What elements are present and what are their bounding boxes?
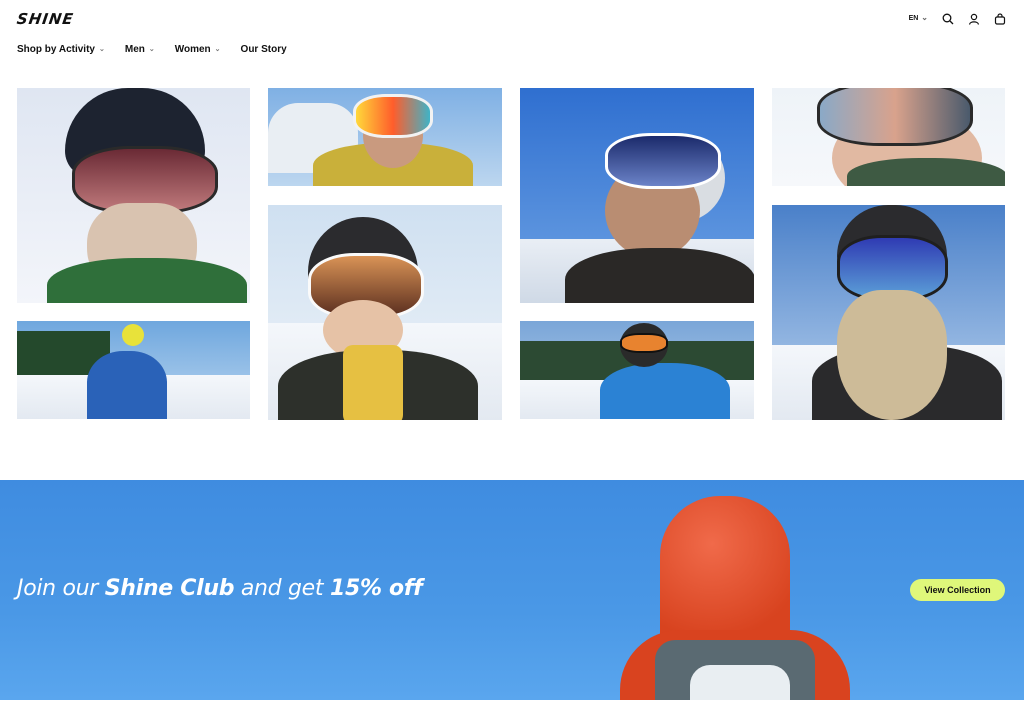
helmet-shape [122, 324, 144, 346]
site-header: SHINE EN ⌄ Shop by Activity ⌄ Men ⌄ Wome… [0, 0, 1024, 80]
nav-item-label: Women [174, 44, 211, 55]
fake-beard-shape [837, 290, 947, 420]
nav-item-label: Men [124, 44, 145, 55]
goggles-shape [620, 333, 668, 353]
promo-discount: 15% off [329, 576, 423, 601]
language-selector[interactable]: EN ⌄ [909, 14, 928, 22]
chevron-down-icon: ⌄ [98, 46, 105, 53]
user-icon[interactable] [968, 12, 980, 25]
nav-our-story[interactable]: Our Story [241, 44, 287, 55]
nav-item-label: Shop by Activity [17, 44, 95, 55]
chevron-down-icon: ⌄ [214, 46, 221, 53]
promo-text-prefix: Join our [17, 576, 105, 601]
photo-skier-helmet-snowy-beard[interactable] [17, 88, 250, 303]
photo-skier-blue-jacket-chairlift[interactable] [17, 321, 250, 419]
photo-skier-blue-jacket-orange-goggles[interactable] [520, 321, 754, 419]
header-utilities: EN ⌄ [909, 12, 1006, 25]
language-label: EN [908, 14, 919, 22]
promo-text-middle: and get [234, 576, 330, 601]
jacket-shape [87, 351, 167, 419]
search-icon[interactable] [942, 12, 954, 25]
photo-skier-laughing-white-goggles[interactable] [520, 88, 754, 303]
nav-shop-by-activity[interactable]: Shop by Activity ⌄ [17, 44, 105, 55]
snow-on-backpack-shape [690, 665, 790, 700]
nav-men[interactable]: Men ⌄ [125, 44, 155, 55]
view-collection-button[interactable]: View Collection [910, 579, 1005, 601]
chevron-down-icon: ⌄ [921, 13, 928, 22]
page-footer-edge [0, 700, 1024, 720]
goggles-shape [353, 94, 433, 138]
jacket-shape [565, 248, 754, 303]
photo-skier-mirrored-goggles-closeup[interactable] [772, 88, 1005, 186]
jacket-shape [47, 258, 247, 303]
photo-skier-blue-goggles-fake-beard[interactable] [772, 205, 1005, 420]
bag-icon[interactable] [994, 12, 1006, 25]
chevron-down-icon: ⌄ [148, 46, 155, 53]
jacket-shape [847, 158, 1005, 186]
shine-logo[interactable]: SHINE [16, 10, 75, 28]
nav-women[interactable]: Women ⌄ [175, 44, 221, 55]
promo-club-name: Shine Club [104, 576, 235, 601]
promo-headline: Join our Shine Club and get 15% off [17, 576, 423, 601]
photo-skier-mirrored-goggles-gondola[interactable] [268, 88, 502, 186]
goggles-shape [817, 88, 973, 146]
nav-item-label: Our Story [240, 44, 287, 55]
promo-banner: Join our Shine Club and get 15% off [0, 480, 1024, 700]
jacket-shape [600, 363, 730, 419]
photo-kid-black-helmet-goggles[interactable] [268, 205, 502, 420]
scarf-shape [343, 345, 403, 420]
goggles-shape [605, 133, 721, 189]
main-nav: Shop by Activity ⌄ Men ⌄ Women ⌄ Our Sto… [17, 44, 287, 55]
